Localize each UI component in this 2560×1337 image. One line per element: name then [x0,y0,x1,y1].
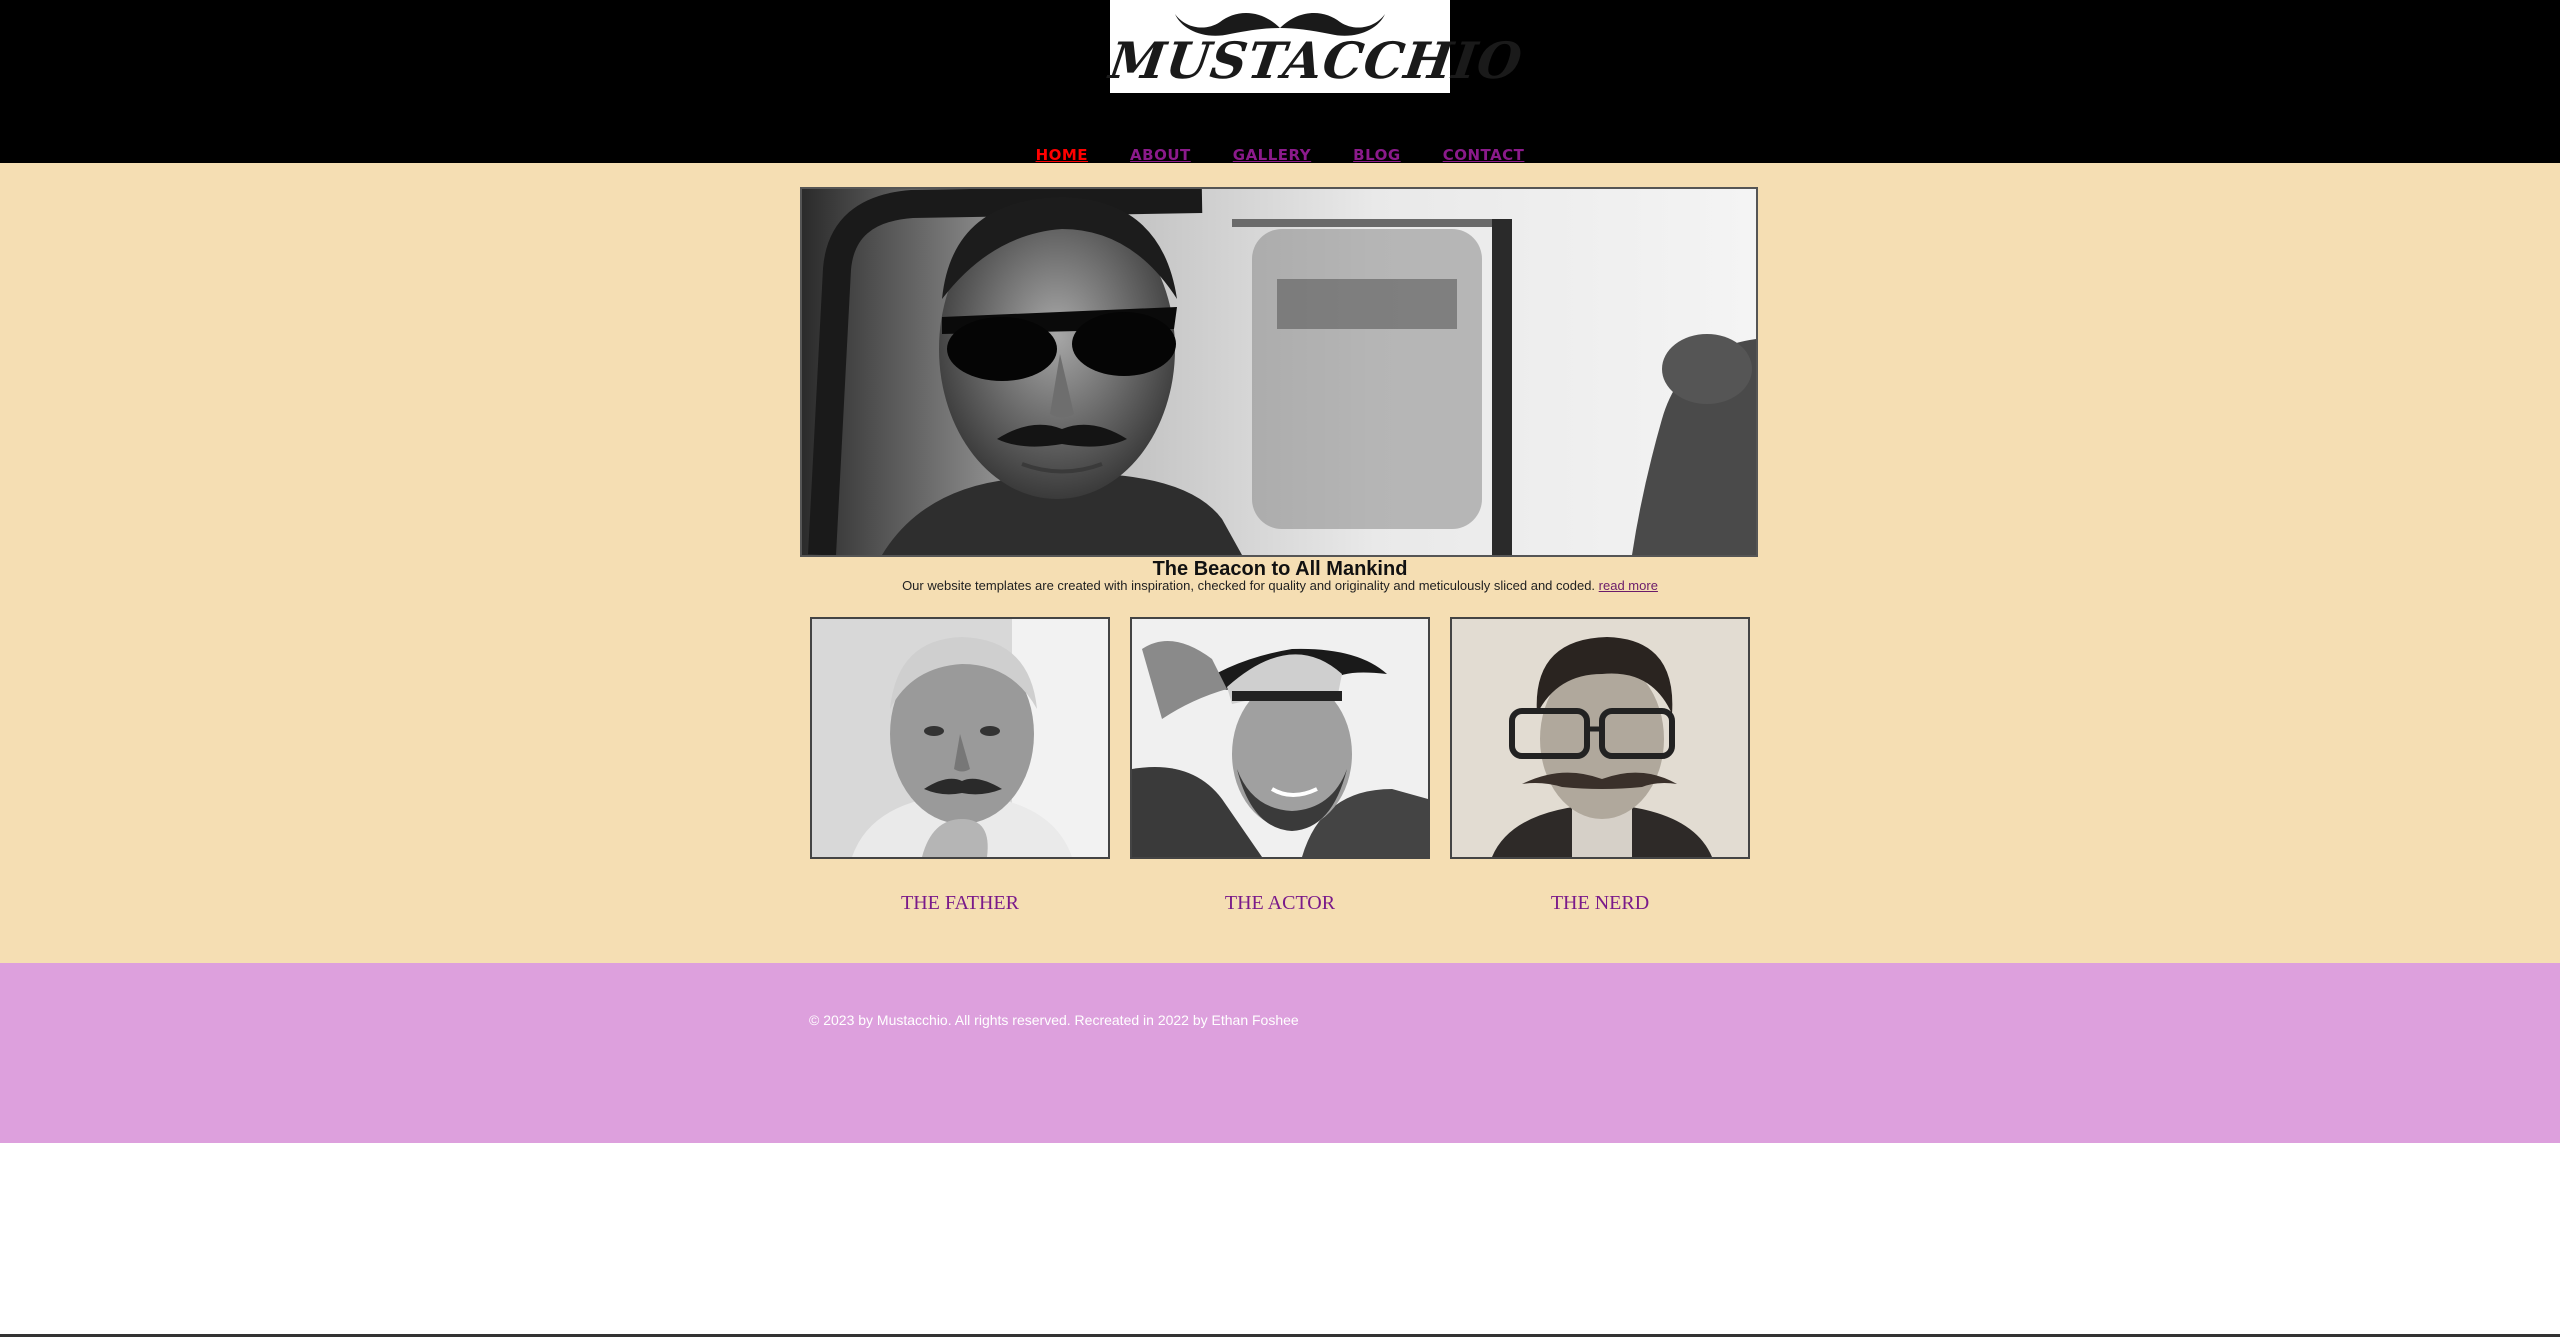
hero-image [800,187,1758,557]
main-nav: HOME ABOUT GALLERY BLOG CONTACT [0,146,2560,164]
tagline-text: Our website templates are created with i… [902,578,1596,593]
logo-text: MUSTACCHIO [1105,31,1527,90]
card-nerd-image[interactable] [1450,617,1750,859]
site-footer: © 2023 by Mustacchio. All rights reserve… [0,963,2560,1143]
card-father-image[interactable] [810,617,1110,859]
main-content: The Beacon to All Mankind Our website te… [0,163,2560,963]
site-logo[interactable]: MUSTACCHIO [1106,0,1526,93]
site-header: MUSTACCHIO HOME ABOUT GALLERY BLOG CONTA… [0,0,2560,164]
hero-tagline: Our website templates are created with i… [0,578,2560,593]
nav-home[interactable]: HOME [1036,146,1088,164]
nav-contact[interactable]: CONTACT [1443,146,1525,164]
read-more-link[interactable]: read more [1599,578,1658,593]
copyright-text: © 2023 by Mustacchio. All rights reserve… [809,1012,1299,1028]
nav-about[interactable]: ABOUT [1130,146,1191,164]
caption-nerd: THE NERD [1550,892,1650,914]
nav-gallery[interactable]: GALLERY [1233,146,1311,164]
caption-actor: THE ACTOR [1224,892,1336,914]
caption-father: THE FATHER [901,892,1019,914]
card-actor-image[interactable] [1130,617,1430,859]
nav-blog[interactable]: BLOG [1353,146,1401,164]
